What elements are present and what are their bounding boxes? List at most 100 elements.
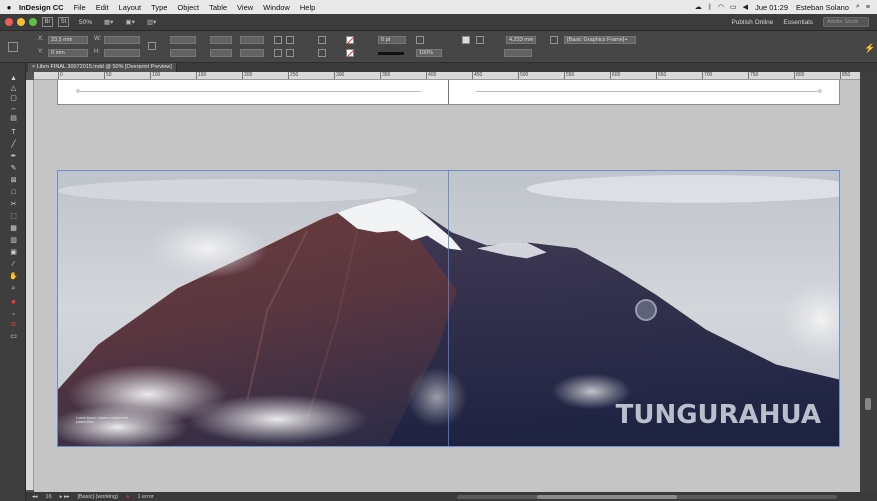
- stock-button[interactable]: St: [58, 17, 69, 27]
- preflight-profile[interactable]: [Basic] (working): [77, 494, 118, 500]
- previous-spread[interactable]: [57, 80, 840, 105]
- view-options-dropdown[interactable]: ▦▾: [104, 18, 113, 26]
- select-container-icon[interactable]: [318, 36, 326, 44]
- text-wrap-none-icon[interactable]: [462, 36, 470, 44]
- horizontal-scrollbar[interactable]: [457, 494, 837, 499]
- line-tool-icon[interactable]: ╱: [9, 141, 18, 149]
- selection-tool-icon[interactable]: ▲: [9, 75, 18, 83]
- object-style-icon[interactable]: [550, 36, 558, 44]
- airplay-icon[interactable]: ▭: [727, 3, 740, 11]
- direct-selection-tool-icon[interactable]: △: [9, 85, 18, 93]
- rotate-90-cw-icon[interactable]: [274, 36, 282, 44]
- document-tab[interactable]: × Libro FINAL 30072015.indd @ 50% [Overp…: [28, 63, 177, 72]
- pencil-tool-icon[interactable]: ✎: [9, 165, 18, 173]
- eyedropper-tool-icon[interactable]: ⁄: [9, 261, 18, 269]
- fill-swatch[interactable]: [346, 36, 354, 44]
- horizontal-scroll-thumb[interactable]: [537, 494, 677, 499]
- width-field[interactable]: [104, 36, 140, 44]
- type-tool-icon[interactable]: T: [9, 129, 18, 137]
- text-wrap-bounding-icon[interactable]: [476, 36, 484, 44]
- pen-tool-icon[interactable]: ✒: [9, 153, 18, 161]
- menu-table[interactable]: Table: [204, 3, 232, 12]
- hand-tool-icon[interactable]: ✋: [9, 273, 18, 281]
- bluetooth-icon[interactable]: ᛒ: [705, 4, 715, 11]
- scale-x-field[interactable]: [170, 36, 196, 44]
- menu-file[interactable]: File: [69, 3, 91, 12]
- y-position-field[interactable]: 0 mm: [48, 49, 88, 57]
- workspace-switcher[interactable]: Essentials: [783, 19, 813, 26]
- zoom-level-dropdown[interactable]: 50%: [79, 19, 92, 26]
- frame-size-field[interactable]: 4,233 mm: [506, 36, 536, 44]
- content-collector-icon[interactable]: ▤: [9, 115, 18, 123]
- apple-menu-icon[interactable]: ●: [4, 3, 14, 12]
- gap-tool-icon[interactable]: ↔: [9, 105, 18, 113]
- minimize-window-button[interactable]: [17, 18, 25, 26]
- rotate-90-ccw-icon[interactable]: [286, 36, 294, 44]
- menubar-user[interactable]: Esteban Solano: [792, 3, 853, 12]
- page-tool-icon[interactable]: ▢: [9, 95, 18, 103]
- panel-menu-icon[interactable]: ⚡: [864, 43, 875, 54]
- spotlight-icon[interactable]: ⌕: [853, 3, 863, 11]
- stroke-weight-field[interactable]: 0 pt: [378, 36, 406, 44]
- opacity-field[interactable]: 100%: [416, 49, 442, 57]
- preflight-errors[interactable]: 1 error: [137, 494, 153, 500]
- note-tool-icon[interactable]: ▣: [9, 249, 18, 257]
- next-page-icon[interactable]: ▸ ▸▸: [60, 494, 70, 500]
- scissors-tool-icon[interactable]: ✂: [9, 201, 18, 209]
- stock-search-input[interactable]: Adobe Stock: [823, 17, 869, 27]
- menu-edit[interactable]: Edit: [91, 3, 114, 12]
- menu-object[interactable]: Object: [172, 3, 204, 12]
- flip-vertical-icon[interactable]: [286, 49, 294, 57]
- menubar-clock[interactable]: Jue 01:29: [751, 3, 792, 12]
- menu-app-name[interactable]: InDesign CC: [14, 3, 69, 12]
- menu-type[interactable]: Type: [146, 3, 172, 12]
- rectangle-tool-icon[interactable]: □: [9, 189, 18, 197]
- menu-window[interactable]: Window: [258, 3, 295, 12]
- constrain-proportions-icon[interactable]: [148, 42, 156, 50]
- stroke-type-dropdown[interactable]: [378, 52, 404, 55]
- volcano-spread[interactable]: Lorem ipsum volcano caption text placeho…: [57, 170, 840, 447]
- menu-help[interactable]: Help: [295, 3, 320, 12]
- horizontal-ruler[interactable]: 0 50 100 150 200 250 300 350 400 450 500…: [34, 72, 860, 80]
- object-style-dropdown[interactable]: [Basic Graphics Frame]+: [564, 36, 636, 44]
- zoom-tool-icon[interactable]: ⌕: [9, 285, 18, 293]
- vertical-scrollbar[interactable]: [860, 72, 877, 492]
- rectangle-frame-tool-icon[interactable]: ⊠: [9, 177, 18, 185]
- menu-view[interactable]: View: [232, 3, 258, 12]
- gradient-feather-tool-icon[interactable]: ▥: [9, 237, 18, 245]
- volume-icon[interactable]: ◀: [740, 3, 751, 11]
- menu-layout[interactable]: Layout: [114, 3, 147, 12]
- vertical-scroll-thumb[interactable]: [865, 398, 871, 410]
- wifi-icon[interactable]: ◠: [715, 3, 727, 11]
- reference-point-icon[interactable]: [8, 42, 18, 52]
- select-content-icon[interactable]: [318, 49, 326, 57]
- close-window-button[interactable]: [5, 18, 13, 26]
- cloud-icon[interactable]: ☁: [692, 3, 705, 11]
- screen-mode-dropdown[interactable]: ▣▾: [125, 18, 134, 26]
- rotate-field[interactable]: [210, 36, 232, 44]
- height-field[interactable]: [104, 49, 140, 57]
- bridge-button[interactable]: Br: [42, 17, 53, 27]
- gradient-swatch-tool-icon[interactable]: ▦: [9, 225, 18, 233]
- rotation-angle-field[interactable]: [240, 36, 264, 44]
- scale-y-field[interactable]: [170, 49, 196, 57]
- free-transform-tool-icon[interactable]: ⬚: [9, 213, 18, 221]
- publish-online-button[interactable]: Publish Online: [731, 19, 773, 26]
- pasteboard[interactable]: Lorem ipsum volcano caption text placeho…: [34, 80, 860, 492]
- fill-stroke-icon[interactable]: ■: [9, 299, 18, 307]
- shear-angle-field[interactable]: [240, 49, 264, 57]
- notification-center-icon[interactable]: ≡: [863, 4, 873, 11]
- page-number-field[interactable]: 16: [46, 494, 52, 500]
- formatting-container-icon[interactable]: ▫: [9, 311, 18, 319]
- vertical-ruler[interactable]: [26, 80, 34, 490]
- x-position-field[interactable]: 23,5 mm: [48, 36, 88, 44]
- auto-fit-field[interactable]: [504, 49, 532, 57]
- shear-field[interactable]: [210, 49, 232, 57]
- apply-none-icon[interactable]: ⧄: [9, 321, 18, 329]
- arrange-documents-dropdown[interactable]: ▥▾: [147, 18, 156, 26]
- flip-horizontal-icon[interactable]: [274, 49, 282, 57]
- preflight-error-icon[interactable]: ●: [126, 494, 129, 500]
- screen-mode-icon[interactable]: ▭: [9, 333, 18, 341]
- stroke-swatch[interactable]: [346, 49, 354, 57]
- content-grabber[interactable]: [635, 299, 657, 321]
